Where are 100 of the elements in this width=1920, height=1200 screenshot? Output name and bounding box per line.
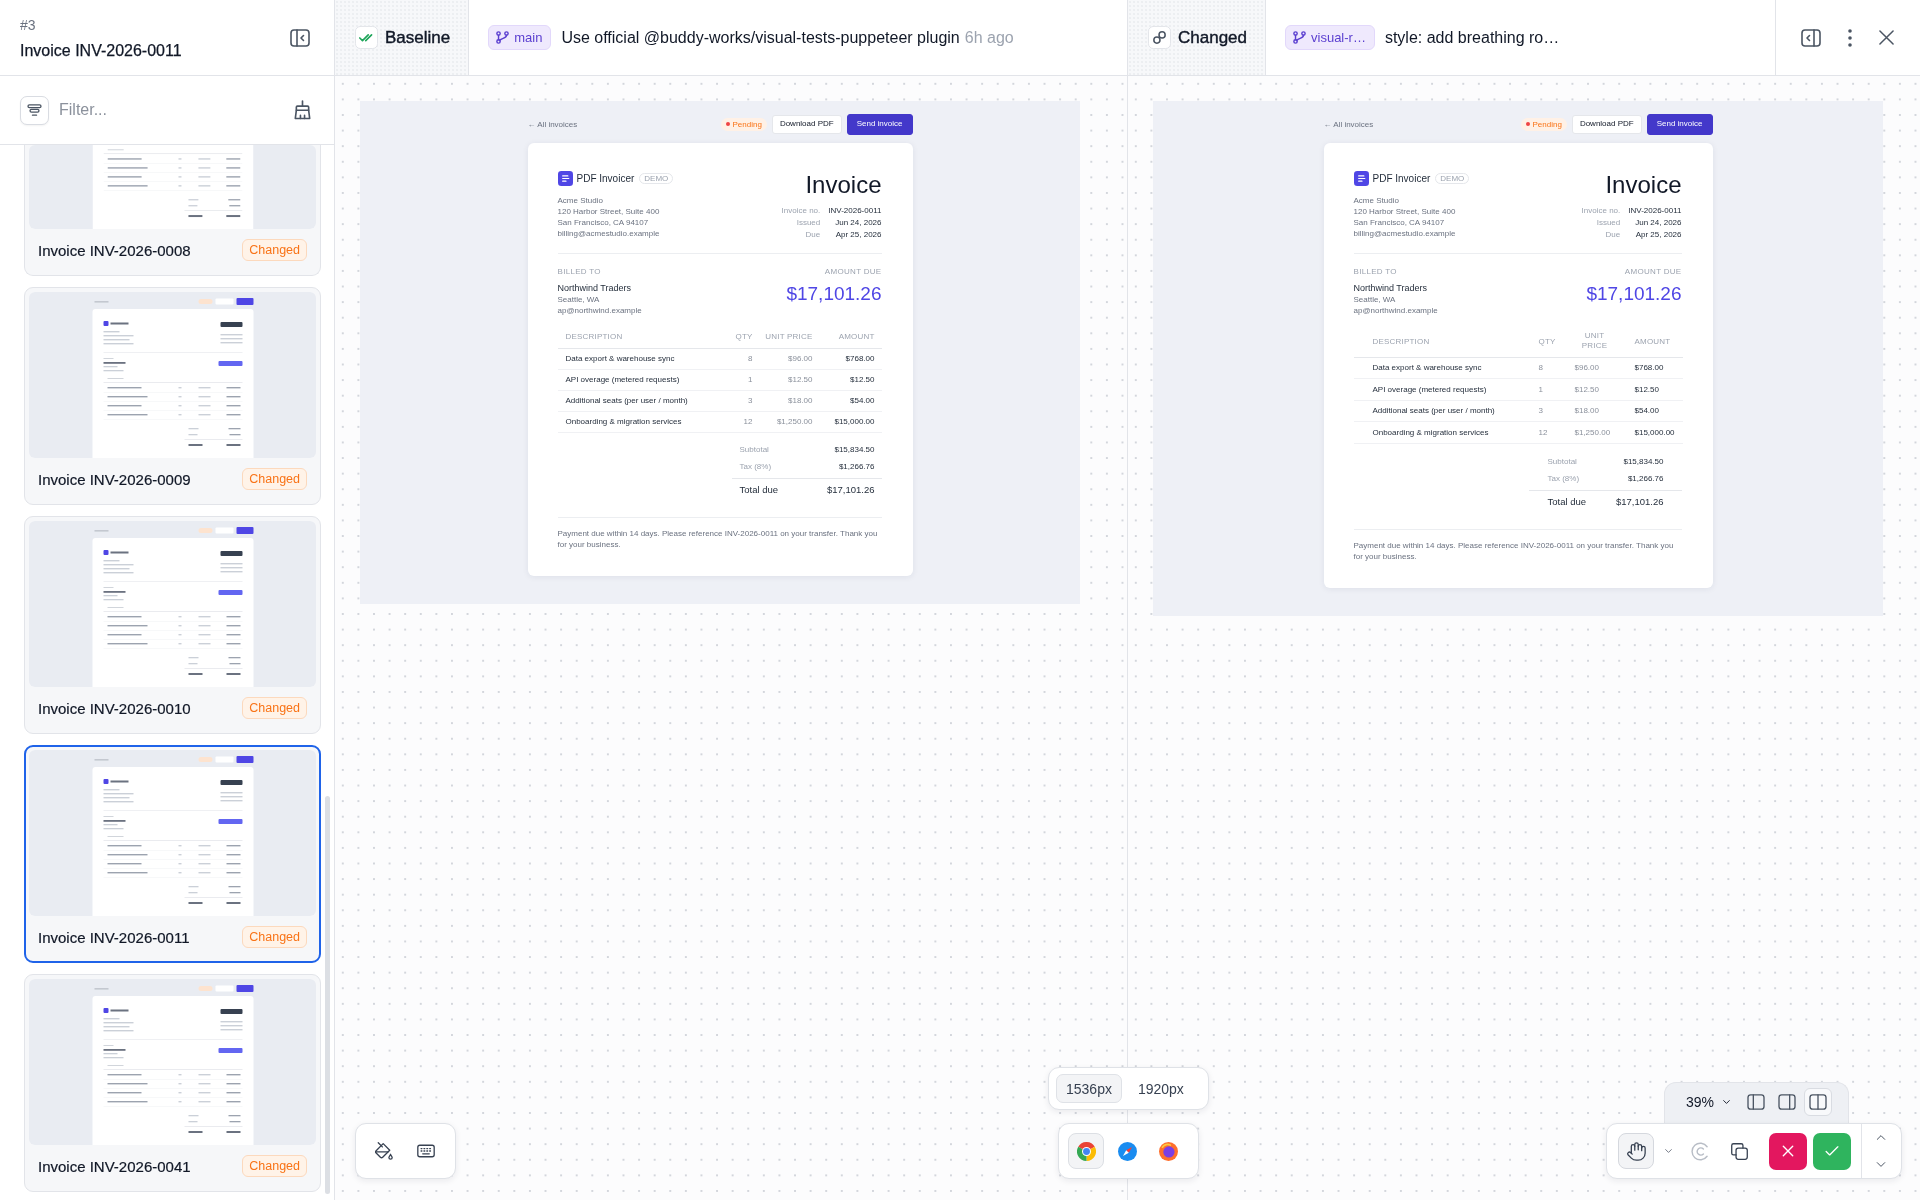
table-cell: Additional seats (per user / month) bbox=[1353, 400, 1539, 422]
table-cell: $96.00 bbox=[752, 348, 813, 369]
totals-label: Total due bbox=[739, 484, 779, 495]
close-icon bbox=[1782, 1145, 1794, 1157]
column-header: DESCRIPTION bbox=[557, 326, 718, 348]
close-icon[interactable] bbox=[1879, 30, 1894, 45]
browser-button[interactable] bbox=[1068, 1133, 1104, 1169]
right-panel-layout-icon bbox=[1778, 1093, 1797, 1110]
concentric-arcs-icon bbox=[1689, 1141, 1709, 1161]
primary-button[interactable]: Send invoice bbox=[846, 113, 913, 135]
caret-down-icon[interactable] bbox=[1665, 1149, 1672, 1153]
keyboard-icon[interactable] bbox=[417, 1142, 435, 1160]
meta-label: Issued bbox=[1595, 217, 1621, 229]
tool-button[interactable] bbox=[1618, 1133, 1654, 1169]
client-name: Northwind Traders bbox=[1353, 282, 1429, 294]
table-cell: Additional seats (per user / month) bbox=[557, 390, 718, 411]
table-cell: Data export & warehouse sync bbox=[1353, 357, 1539, 379]
invoice-list-item[interactable]: Invoice INV-2026-0010 Changed bbox=[24, 516, 321, 734]
status-badge: Changed bbox=[242, 697, 307, 719]
table-cell: 3 bbox=[717, 390, 753, 411]
chevron-up-icon[interactable] bbox=[1876, 1135, 1886, 1140]
filter-icon bbox=[27, 103, 42, 117]
firefox-icon bbox=[1158, 1141, 1178, 1161]
status-badge: Changed bbox=[242, 468, 307, 490]
panel-toggle-icon[interactable] bbox=[1801, 28, 1821, 47]
accept-button[interactable] bbox=[1813, 1132, 1851, 1170]
table-cell: $54.00 bbox=[1634, 400, 1683, 422]
invoice-list-item[interactable]: Invoice INV-2026-0041 Changed bbox=[24, 974, 321, 1192]
more-icon[interactable] bbox=[1848, 28, 1852, 47]
reject-button[interactable] bbox=[1769, 1132, 1807, 1170]
meta-value: INV-2026-0011 bbox=[1628, 205, 1682, 217]
address-line: Acme Studio bbox=[557, 195, 604, 206]
primary-button[interactable]: Send invoice bbox=[1646, 113, 1713, 135]
table-cell: $96.00 bbox=[1574, 357, 1635, 379]
column-header: QTY bbox=[717, 326, 753, 348]
zoom-dropdown[interactable]: 39% bbox=[1686, 1093, 1731, 1110]
invoice-list-item[interactable]: Invoice INV-2026-0011 Changed bbox=[24, 745, 321, 963]
table-cell: 12 bbox=[1538, 421, 1575, 443]
invoice-list-item[interactable]: Invoice INV-2026-0008 Changed bbox=[24, 145, 321, 276]
status-dot-icon bbox=[1525, 122, 1530, 126]
status-badge: Changed bbox=[242, 239, 307, 261]
document-logo-icon bbox=[557, 171, 573, 186]
table-cell: API overage (metered requests) bbox=[1353, 378, 1539, 400]
totals-label: Subtotal bbox=[739, 444, 769, 454]
secondary-button[interactable]: Download PDF bbox=[771, 114, 842, 134]
column-header: AMOUNT bbox=[812, 326, 882, 348]
commit-message: Use official @buddy-works/visual-tests-puppeteer plugin bbox=[561, 28, 960, 47]
branch-icon bbox=[1293, 31, 1306, 44]
safari-icon bbox=[1117, 1141, 1137, 1161]
address-line: 120 Harbor Street, Suite 400 bbox=[1353, 206, 1457, 217]
meta-value: Apr 25, 2026 bbox=[834, 229, 882, 241]
table-cell: 3 bbox=[1538, 400, 1575, 422]
address-line: billing@acmestudio.example bbox=[1353, 228, 1457, 239]
amount-due: $17,101.26 bbox=[786, 283, 882, 305]
table-cell: $12.50 bbox=[752, 369, 813, 390]
viewport-option[interactable]: 1536px bbox=[1056, 1074, 1122, 1103]
secondary-button[interactable]: Download PDF bbox=[1571, 114, 1642, 134]
item-title: Invoice INV-2026-0041 bbox=[38, 1157, 191, 1175]
totals-value: $15,834.50 bbox=[1623, 456, 1664, 466]
status-badge: Changed bbox=[242, 926, 307, 948]
invoice-list-item[interactable]: Invoice INV-2026-0009 Changed bbox=[24, 287, 321, 505]
chevron-down-icon[interactable] bbox=[1876, 1162, 1886, 1167]
double-check-icon bbox=[355, 26, 378, 49]
broom-icon[interactable] bbox=[294, 100, 311, 120]
section-label: AMOUNT DUE bbox=[824, 267, 882, 277]
table-cell: $12.50 bbox=[812, 369, 882, 390]
filter-field[interactable]: Filter... bbox=[59, 98, 284, 122]
item-title: Invoice INV-2026-0008 bbox=[38, 241, 191, 259]
table-cell: 8 bbox=[1538, 357, 1575, 379]
address-line: 120 Harbor Street, Suite 400 bbox=[557, 206, 661, 217]
item-title: Invoice INV-2026-0011 bbox=[38, 928, 190, 946]
brand-name: PDF Invoicer bbox=[1372, 173, 1431, 184]
table-cell: Onboarding & migration services bbox=[1353, 421, 1539, 443]
check-icon bbox=[1825, 1146, 1839, 1156]
back-link[interactable]: ← All invoices bbox=[1323, 119, 1374, 129]
back-link[interactable]: ← All invoices bbox=[527, 119, 578, 129]
filter-button[interactable] bbox=[20, 95, 49, 125]
meta-label: Invoice no. bbox=[1581, 205, 1621, 217]
table-cell: $768.00 bbox=[1634, 357, 1683, 379]
table-cell: $768.00 bbox=[812, 348, 882, 369]
totals-value: $15,834.50 bbox=[834, 444, 875, 454]
meta-value: Jun 24, 2026 bbox=[1634, 217, 1682, 229]
table-cell: $54.00 bbox=[812, 390, 882, 411]
paint-bucket-icon[interactable] bbox=[375, 1142, 393, 1160]
status-label: Pending bbox=[1532, 119, 1562, 129]
linked-circles-icon bbox=[1148, 26, 1171, 49]
viewport-option[interactable]: 1920px bbox=[1127, 1074, 1194, 1103]
totals-label: Total due bbox=[1547, 496, 1587, 507]
layout-button[interactable] bbox=[1804, 1087, 1833, 1116]
client-detail: ap@northwind.example bbox=[557, 305, 642, 316]
document-logo-icon bbox=[1353, 171, 1369, 186]
address-line: Acme Studio bbox=[1353, 195, 1400, 206]
address-line: San Francisco, CA 94107 bbox=[1353, 217, 1446, 228]
table-cell: $15,000.00 bbox=[1634, 421, 1683, 443]
meta-label: Invoice no. bbox=[781, 205, 821, 217]
table-cell: $12.50 bbox=[1634, 378, 1683, 400]
sidebar-toggle-icon[interactable] bbox=[290, 28, 310, 47]
chrome-icon bbox=[1076, 1141, 1096, 1161]
column-header: UNIT PRICE bbox=[1574, 326, 1635, 357]
table-cell: $1,250.00 bbox=[1574, 421, 1635, 443]
